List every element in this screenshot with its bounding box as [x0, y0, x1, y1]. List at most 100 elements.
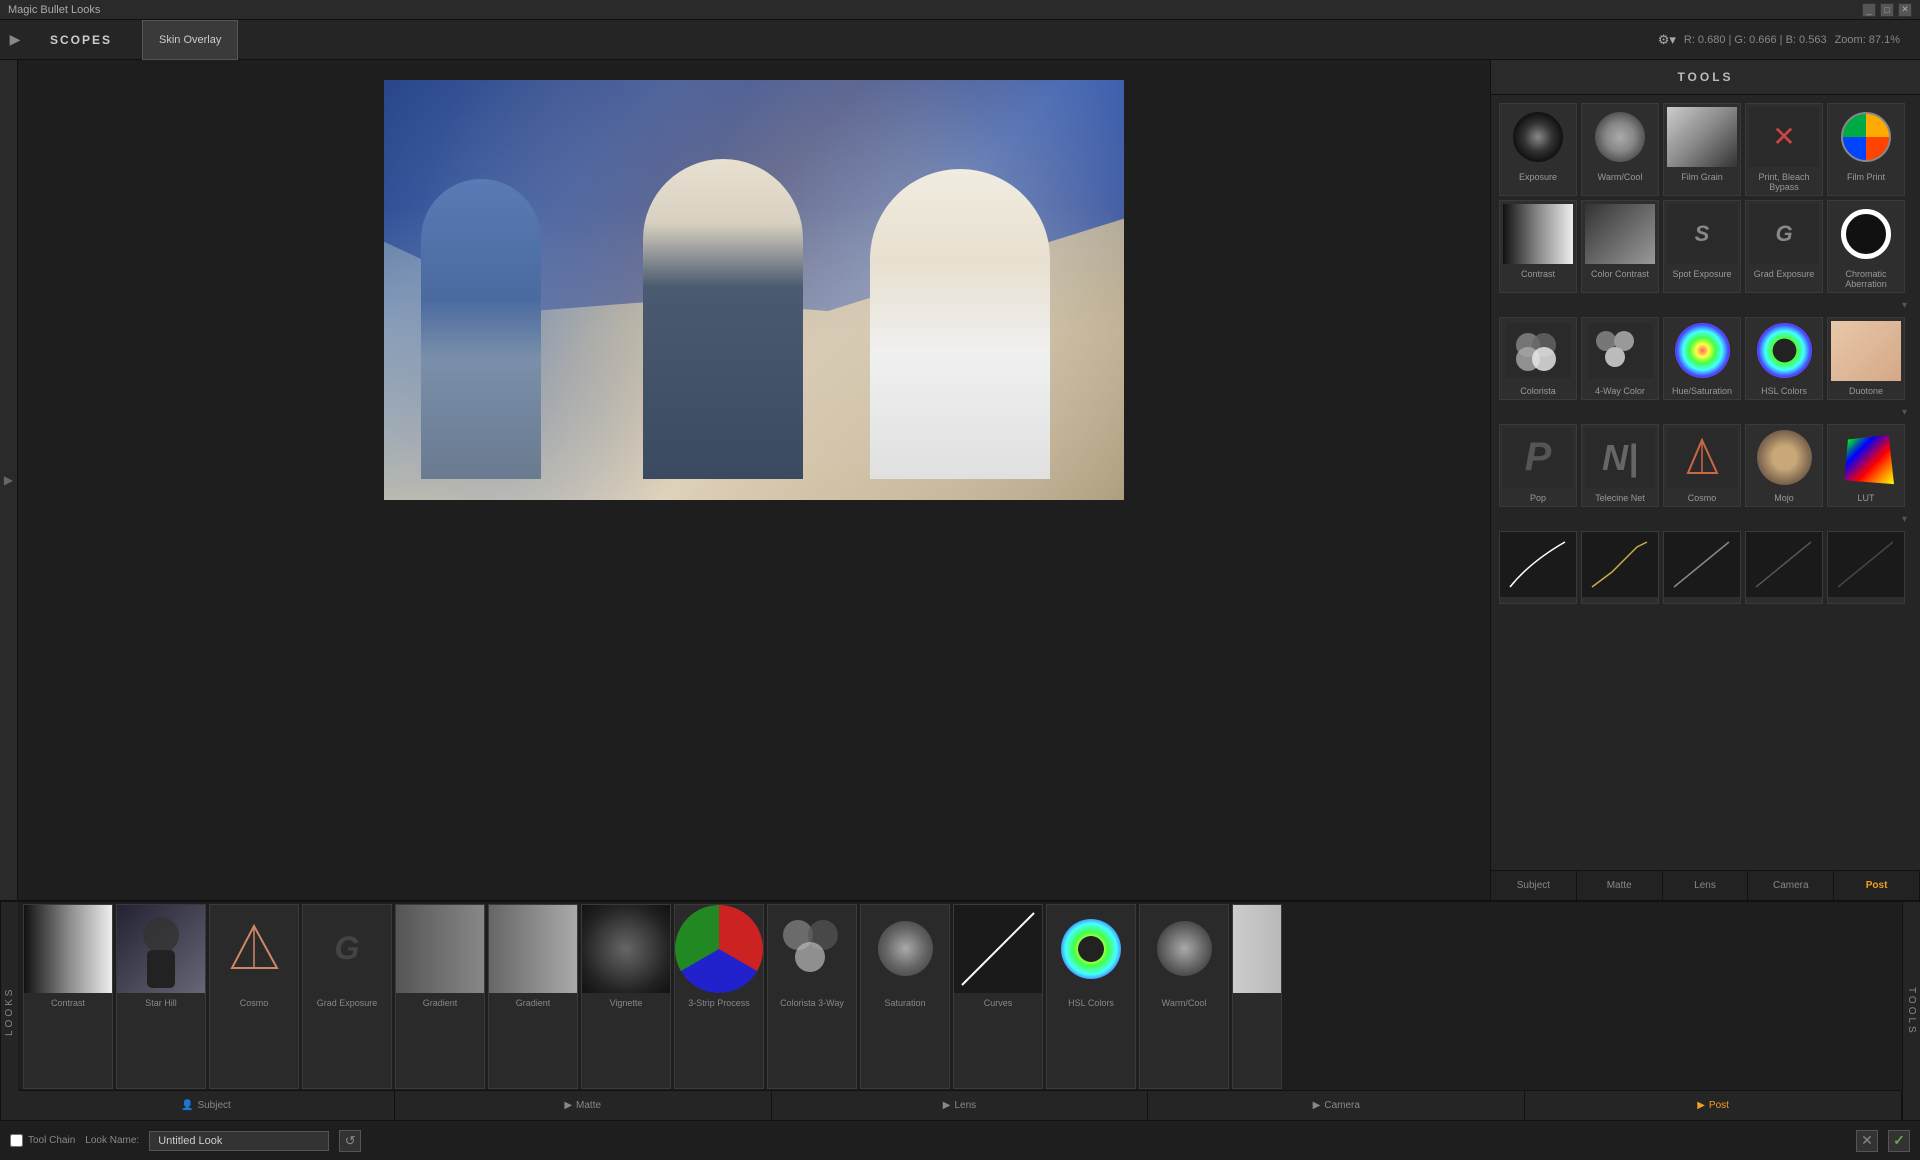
toolchain-check[interactable]: Tool Chain	[10, 1134, 75, 1147]
tool-mojo[interactable]: Mojo	[1745, 424, 1823, 507]
tool-exposure[interactable]: Exposure	[1499, 103, 1577, 196]
settings-icon[interactable]: ⚙▾	[1658, 32, 1676, 48]
contrast-label: Contrast	[1500, 266, 1576, 282]
tool-4way[interactable]: 4-Way Color	[1581, 317, 1659, 400]
curve-2-preview	[1582, 532, 1658, 597]
skin-overlay-button[interactable]: Skin Overlay	[142, 20, 238, 60]
chromatic-label: Chromatic Aberration	[1828, 266, 1904, 292]
look-item-gradient1[interactable]: ⊗ Gradient	[395, 904, 485, 1089]
tool-contrast[interactable]: Contrast	[1499, 200, 1577, 293]
confirm-button[interactable]: ✓	[1888, 1130, 1910, 1152]
look-item-grad-exposure[interactable]: ⊗ G Grad Exposure	[302, 904, 392, 1089]
look-preview-warmcool	[1140, 905, 1228, 993]
look-item-colorista3way[interactable]: Colorista 3-Way	[767, 904, 857, 1089]
look-preview-star-hill	[117, 905, 205, 993]
looks-cat-camera[interactable]: ▶ Camera	[1148, 1091, 1525, 1120]
look-item-star-hill[interactable]: ⊗ Star Hill	[116, 904, 206, 1089]
tool-film-print[interactable]: Film Print	[1827, 103, 1905, 196]
grad-exposure-preview: G	[1746, 201, 1822, 266]
look-preview-partial	[1233, 905, 1281, 993]
look-item-gradient2[interactable]: ⊗ Gradient	[488, 904, 578, 1089]
look-item-cosmo[interactable]: ⊗ Cosmo	[209, 904, 299, 1089]
subject-cat-label: Subject	[197, 1100, 230, 1111]
close-button[interactable]: ✕	[1898, 3, 1912, 17]
section-arrow-3[interactable]: ▾	[1499, 511, 1912, 527]
tool-curve-2[interactable]	[1581, 531, 1659, 604]
mojo-icon	[1757, 430, 1812, 485]
reset-button[interactable]: ↺	[339, 1130, 361, 1152]
film-grain-preview	[1664, 104, 1740, 169]
look-item-curves[interactable]: Curves	[953, 904, 1043, 1089]
look-item-3strip[interactable]: 3-Strip Process	[674, 904, 764, 1089]
looks-cat-matte[interactable]: ▶ Matte	[395, 1091, 772, 1120]
tool-curve-3[interactable]	[1663, 531, 1741, 604]
warm-cool-icon	[1595, 112, 1645, 162]
look-thumb-gradient2	[489, 905, 577, 993]
minimize-button[interactable]: _	[1862, 3, 1876, 17]
tab-lens[interactable]: Lens	[1663, 871, 1749, 900]
tab-camera[interactable]: Camera	[1748, 871, 1834, 900]
tool-pop[interactable]: P Pop	[1499, 424, 1577, 507]
exposure-preview	[1500, 104, 1576, 169]
curve-2-label	[1582, 597, 1658, 603]
look-item-warmcool[interactable]: Warm/Cool	[1139, 904, 1229, 1089]
zoom-level: Zoom: 87.1%	[1835, 34, 1900, 46]
tool-chromatic[interactable]: Chromatic Aberration	[1827, 200, 1905, 293]
pop-label: Pop	[1500, 490, 1576, 506]
tool-hue-saturation[interactable]: Hue/Saturation	[1663, 317, 1741, 400]
look-thumb-hslcolors	[1061, 919, 1121, 979]
look-item-vignette[interactable]: ⊗ Vignette	[581, 904, 671, 1089]
tool-curve-5[interactable]	[1827, 531, 1905, 604]
toolchain-label: Tool Chain	[28, 1135, 75, 1146]
looks-cat-post[interactable]: ▶ Post	[1525, 1091, 1902, 1120]
look-name-input[interactable]	[149, 1131, 329, 1151]
look-preview-colorista3way	[768, 905, 856, 993]
tool-lut[interactable]: LUT	[1827, 424, 1905, 507]
looks-cat-subject[interactable]: 👤 Subject	[18, 1091, 395, 1120]
tool-grad-exposure[interactable]: G Grad Exposure	[1745, 200, 1823, 293]
tool-warm-cool[interactable]: Warm/Cool	[1581, 103, 1659, 196]
color-contrast-preview	[1582, 201, 1658, 266]
look-label-saturation: Saturation	[882, 996, 927, 1010]
tab-matte[interactable]: Matte	[1577, 871, 1663, 900]
exposure-label: Exposure	[1500, 169, 1576, 185]
nav-arrow[interactable]: ▶	[0, 20, 30, 60]
subject-cat-icon: 👤	[181, 1100, 193, 1111]
tab-subject[interactable]: Subject	[1491, 871, 1577, 900]
tab-post[interactable]: Post	[1834, 871, 1920, 900]
cancel-button[interactable]: ✕	[1856, 1130, 1878, 1152]
toolchain-checkbox[interactable]	[10, 1134, 23, 1147]
look-label-cosmo: Cosmo	[238, 996, 271, 1010]
tool-curve-1[interactable]	[1499, 531, 1577, 604]
looks-cat-lens[interactable]: ▶ Lens	[772, 1091, 1149, 1120]
maximize-button[interactable]: □	[1880, 3, 1894, 17]
look-label-colorista3way: Colorista 3-Way	[778, 996, 846, 1010]
tool-curve-4[interactable]	[1745, 531, 1823, 604]
chromatic-preview	[1828, 201, 1904, 266]
tool-film-grain[interactable]: Film Grain	[1663, 103, 1741, 196]
tool-color-contrast[interactable]: Color Contrast	[1581, 200, 1659, 293]
scopes-button[interactable]: SCOPES	[30, 20, 132, 60]
look-item-saturation[interactable]: Saturation	[860, 904, 950, 1089]
left-panel-arrow[interactable]: ▶	[0, 60, 18, 900]
look-item-contrast[interactable]: Contrast	[23, 904, 113, 1089]
curve-5-preview	[1828, 532, 1904, 597]
info-section: ⚙▾ R: 0.680 | G: 0.666 | B: 0.563 Zoom: …	[1658, 32, 1920, 48]
section-arrow-2[interactable]: ▾	[1499, 404, 1912, 420]
tool-print-bleach[interactable]: ✕ Print, Bleach Bypass	[1745, 103, 1823, 196]
tool-spot-exposure[interactable]: S Spot Exposure	[1663, 200, 1741, 293]
tool-telecine[interactable]: N| Telecine Net	[1581, 424, 1659, 507]
tool-colorista[interactable]: Colorista	[1499, 317, 1577, 400]
tool-hsl-colors[interactable]: HSL Colors	[1745, 317, 1823, 400]
look-thumb-gradient1	[396, 905, 484, 993]
person-center	[643, 159, 803, 479]
section-arrow-1[interactable]: ▾	[1499, 297, 1912, 313]
look-item-partial[interactable]	[1232, 904, 1282, 1089]
tools-tabs: Subject Matte Lens Camera Post	[1491, 870, 1920, 900]
tool-cosmo[interactable]: Cosmo	[1663, 424, 1741, 507]
titlebar: Magic Bullet Looks _ □ ✕	[0, 0, 1920, 20]
look-item-hslcolors[interactable]: HSL Colors	[1046, 904, 1136, 1089]
look-preview-cosmo	[210, 905, 298, 993]
colorista-label: Colorista	[1500, 383, 1576, 399]
tool-duotone[interactable]: Duotone	[1827, 317, 1905, 400]
